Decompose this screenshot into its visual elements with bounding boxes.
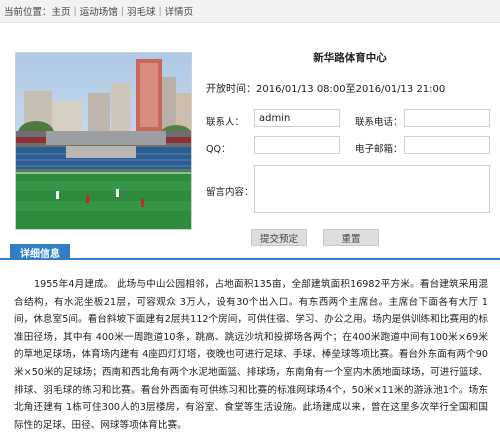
open-time-label: 开放时间： — [206, 84, 256, 95]
stadium-image — [16, 53, 191, 229]
detail-description: 1955年4月建成。 此场与中山公园相邻，占地面积135亩，全部建筑面积1698… — [14, 279, 488, 431]
message-textarea[interactable] — [254, 165, 490, 213]
reset-button[interactable]: 重置 — [323, 229, 379, 246]
open-time-value: 2016/01/13 08:00至2016/01/13 21:00 — [256, 84, 446, 95]
email-input[interactable] — [404, 136, 490, 154]
venue-name: 新华路体育中心 — [313, 52, 387, 64]
submit-reservation-button[interactable]: 提交预定 — [251, 229, 307, 246]
email-label: 电子邮箱： — [355, 144, 403, 155]
message-label: 留言内容： — [206, 187, 254, 198]
breadcrumb-prefix: 当前位置： — [4, 7, 52, 18]
breadcrumb: 当前位置： 主页 | 运动场馆 | 羽毛球 | 详情页 — [0, 0, 500, 23]
qq-input[interactable] — [254, 136, 340, 154]
venue-photo — [15, 52, 192, 230]
contact-label: 联系人： — [206, 117, 245, 128]
breadcrumb-badminton-link[interactable]: 羽毛球 — [127, 4, 156, 18]
contact-input[interactable] — [254, 109, 340, 127]
phone-input[interactable] — [404, 109, 490, 127]
open-time: 开放时间：2016/01/13 08:00至2016/01/13 21:00 — [206, 80, 445, 95]
phone-label: 联系电话： — [355, 117, 403, 128]
tab-detail-info[interactable]: 详细信息 — [10, 244, 70, 260]
qq-label: QQ： — [206, 144, 231, 155]
tab-underline — [0, 258, 500, 260]
breadcrumb-detail-current: 详情页 — [164, 7, 194, 18]
breadcrumb-venues-link[interactable]: 运动场馆 — [80, 4, 118, 18]
breadcrumb-separator: | — [120, 5, 124, 17]
breadcrumb-separator: | — [158, 5, 162, 17]
breadcrumb-separator: | — [73, 5, 77, 17]
breadcrumb-home-link[interactable]: 主页 — [52, 4, 71, 18]
